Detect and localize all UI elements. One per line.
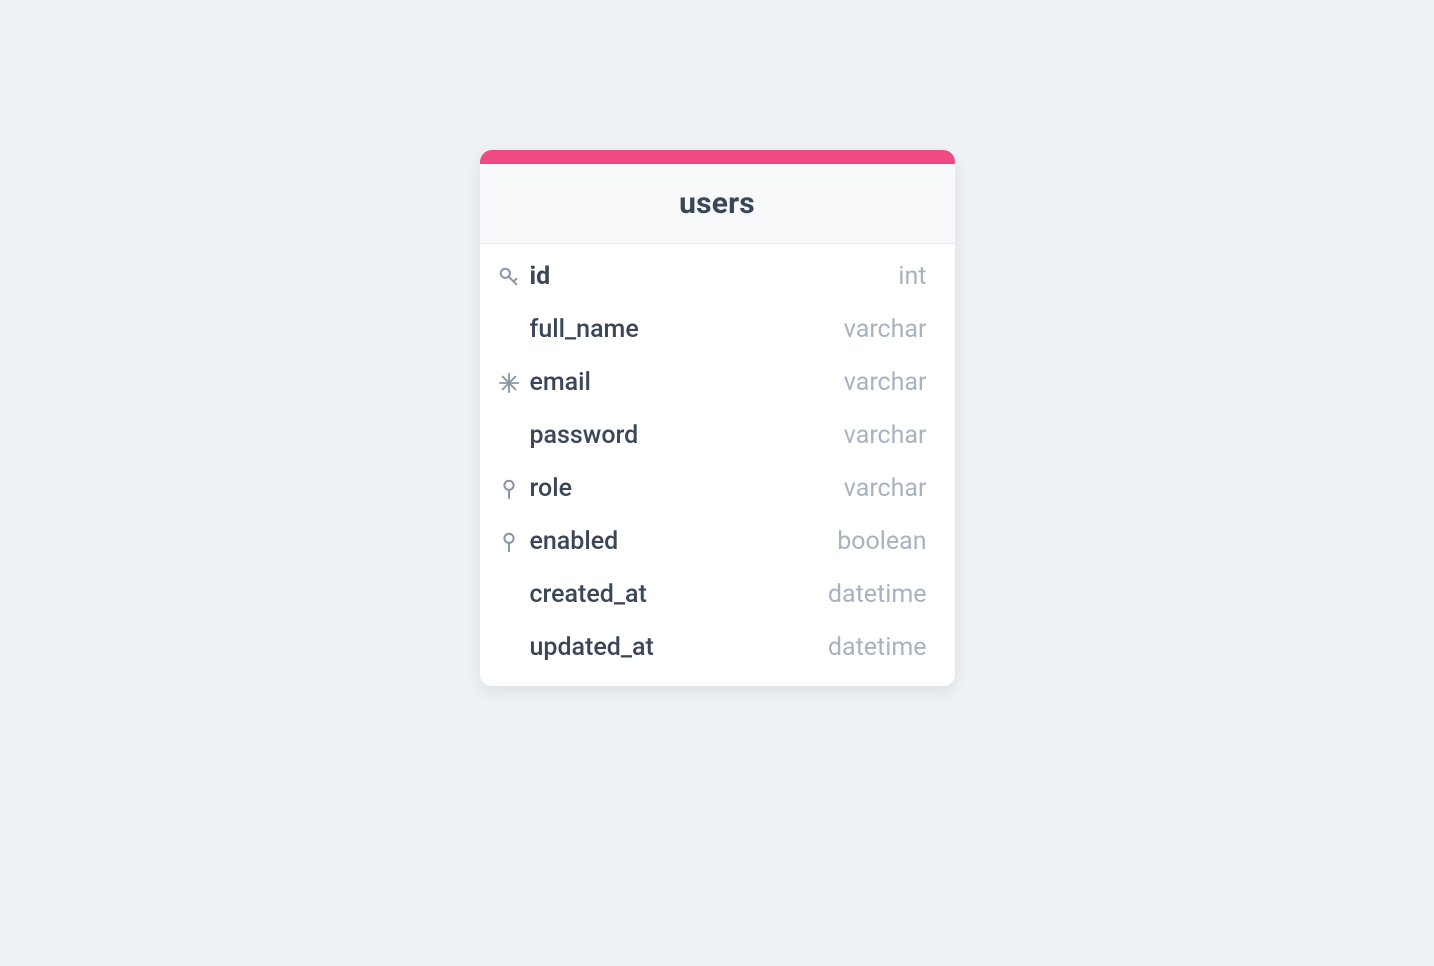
accent-bar xyxy=(480,150,955,164)
column-row: full_name varchar xyxy=(480,303,955,356)
column-type: varchar xyxy=(844,474,927,503)
snowflake-icon xyxy=(498,372,530,394)
column-type: datetime xyxy=(828,633,927,662)
table-columns: id int full_name varchar email varchar p… xyxy=(480,244,955,686)
column-row: id int xyxy=(480,250,955,303)
column-name: role xyxy=(530,474,844,503)
column-row: updated_at datetime xyxy=(480,621,955,674)
column-type: boolean xyxy=(837,527,926,556)
table-header: users xyxy=(480,164,955,244)
column-type: varchar xyxy=(844,315,927,344)
column-row: role varchar xyxy=(480,462,955,515)
column-name: updated_at xyxy=(530,633,828,662)
column-row: email varchar xyxy=(480,356,955,409)
column-type: varchar xyxy=(844,421,927,450)
key-icon xyxy=(498,266,530,288)
column-name: password xyxy=(530,421,844,450)
column-type: varchar xyxy=(844,368,927,397)
column-name: created_at xyxy=(530,580,828,609)
db-table-card: users id int full_name varchar xyxy=(480,150,955,686)
column-name: full_name xyxy=(530,315,844,344)
column-name: email xyxy=(530,368,844,397)
pin-icon xyxy=(498,531,530,553)
pin-icon xyxy=(498,478,530,500)
column-type: int xyxy=(898,262,926,291)
column-row: enabled boolean xyxy=(480,515,955,568)
column-type: datetime xyxy=(828,580,927,609)
column-name: enabled xyxy=(530,527,838,556)
column-name: id xyxy=(530,262,899,291)
column-row: password varchar xyxy=(480,409,955,462)
column-row: created_at datetime xyxy=(480,568,955,621)
table-name: users xyxy=(480,186,955,221)
